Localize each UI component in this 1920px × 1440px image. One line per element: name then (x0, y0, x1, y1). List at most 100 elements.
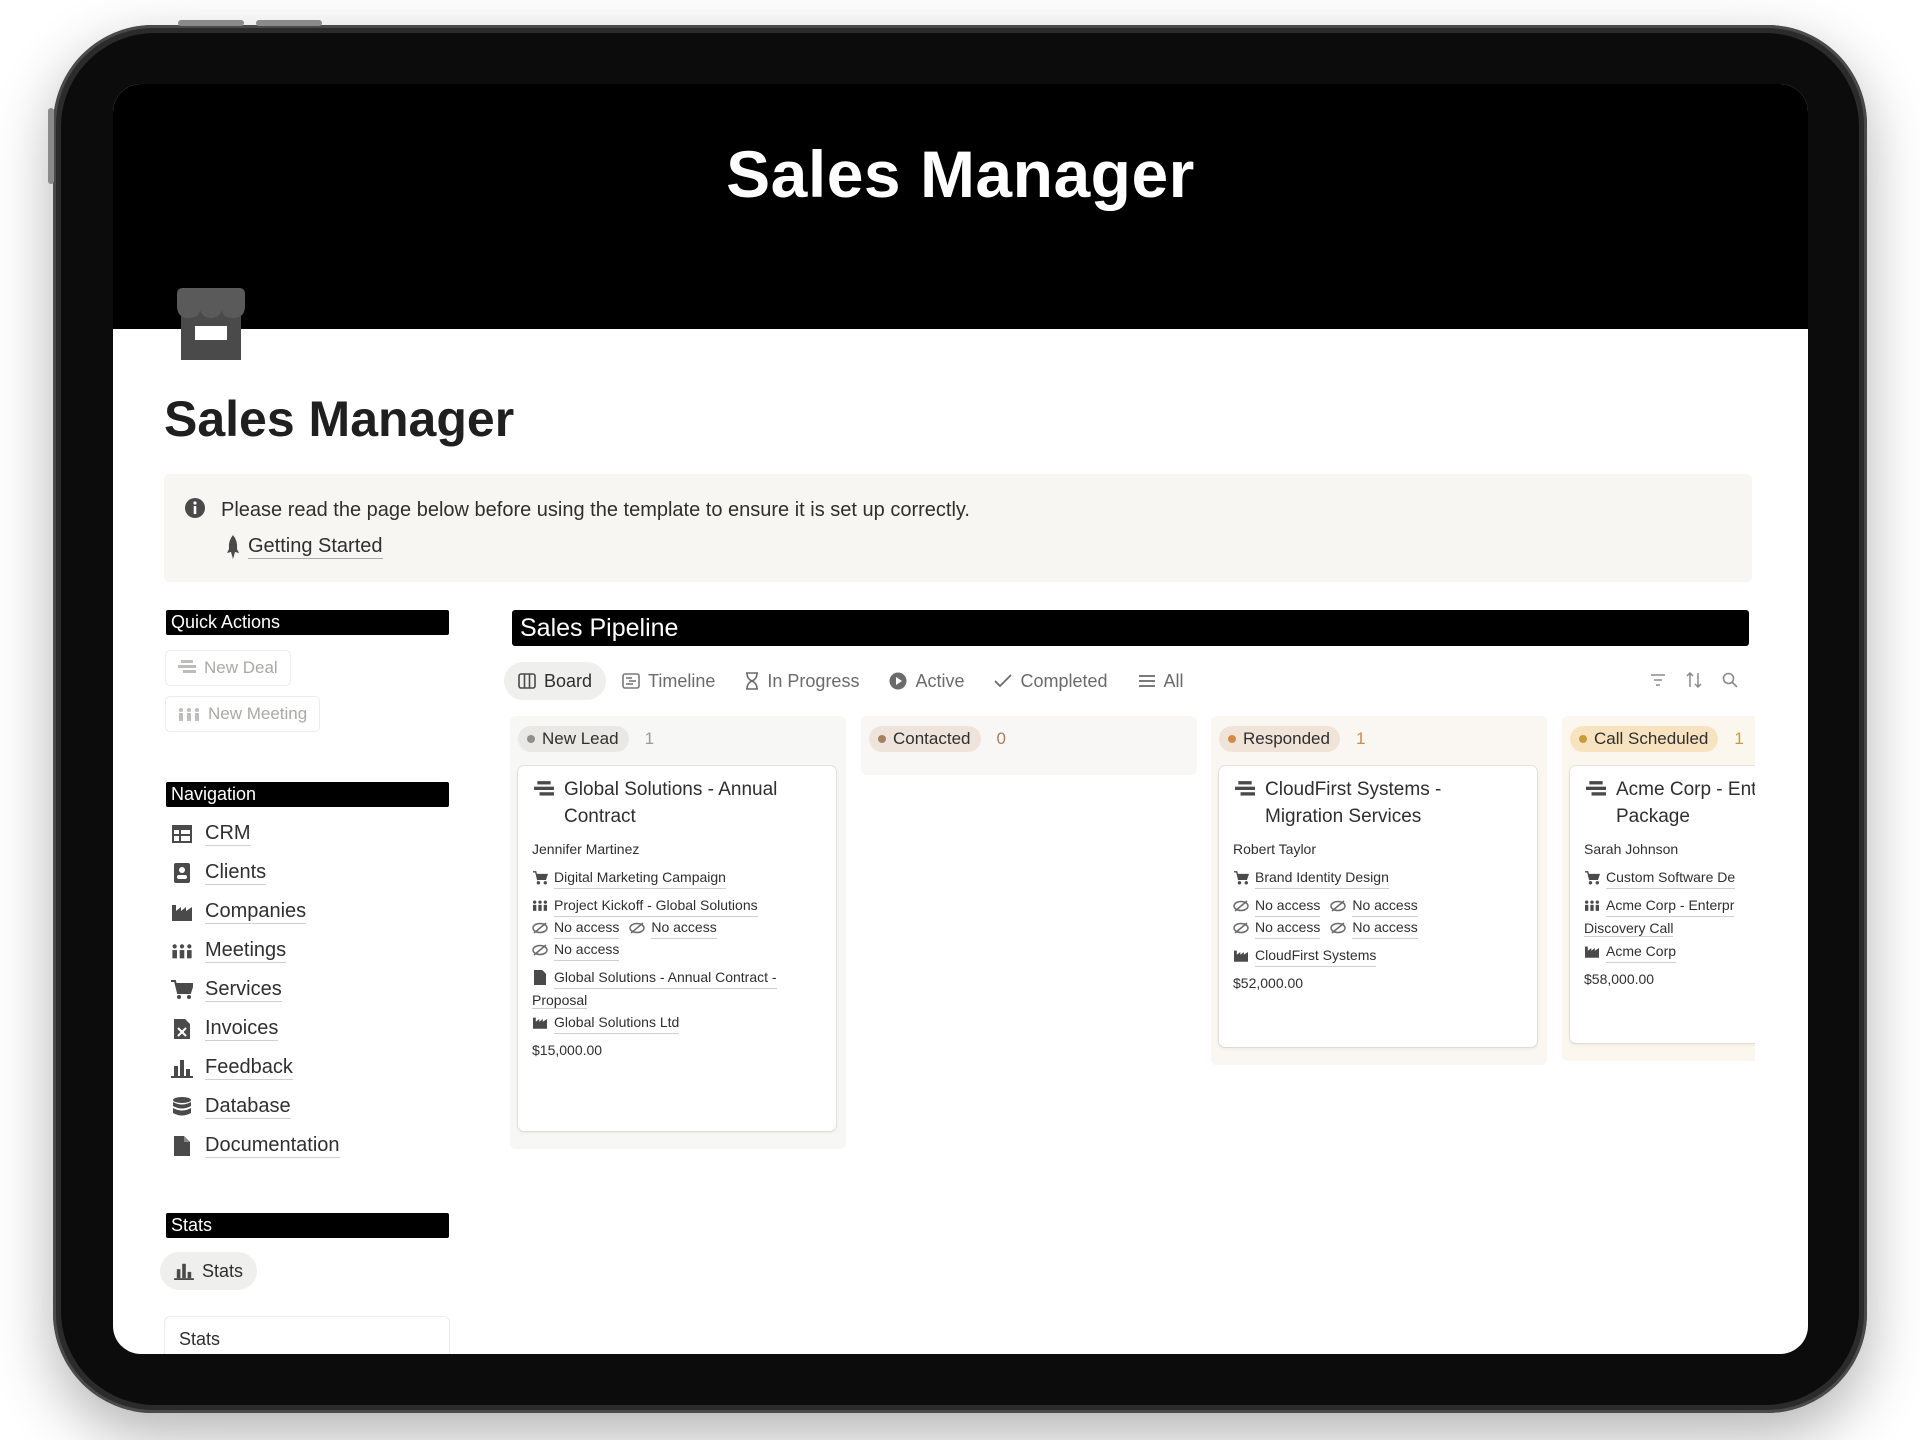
nav-item-crm[interactable]: CRM (171, 821, 251, 846)
deal-icon (1586, 781, 1606, 796)
tab-all[interactable]: All (1124, 662, 1198, 700)
tab-timeline[interactable]: Timeline (608, 662, 729, 700)
sales-pipeline-header: Sales Pipeline (512, 610, 1749, 646)
card-contact: Jennifer Martinez (532, 841, 640, 857)
nav-label-documentation: Documentation (205, 1134, 340, 1158)
no-access-label: No access (554, 916, 620, 939)
document-icon (174, 1135, 190, 1156)
rocket-icon (227, 535, 239, 559)
info-callout: Please read the page below before using … (164, 474, 1752, 582)
volume-button (178, 20, 244, 26)
eye-slash-icon (1233, 921, 1249, 934)
card-amount: $58,000.00 (1584, 971, 1655, 987)
nav-item-meetings[interactable]: Meetings (171, 938, 287, 963)
stats-card: Stats (164, 1316, 450, 1354)
nav-item-feedback[interactable]: Feedback (171, 1055, 293, 1080)
view-tabs: Board Timeline In Progress Active Comple… (504, 662, 1200, 700)
stats-header: Stats (166, 1213, 449, 1238)
eye-slash-icon (532, 943, 548, 956)
nav-item-invoices[interactable]: Invoices (171, 1016, 279, 1041)
nav-label-crm: CRM (205, 822, 251, 846)
nav-label-database: Database (205, 1095, 291, 1119)
nav-item-documentation[interactable]: Documentation (171, 1133, 340, 1158)
tab-active[interactable]: Active (875, 662, 978, 700)
nav-item-services[interactable]: Services (171, 977, 282, 1002)
tab-timeline-label: Timeline (648, 670, 716, 691)
deal-card[interactable]: Acme Corp - Ent Package Sarah Johnson Cus… (1570, 766, 1755, 1043)
no-access-label: No access (554, 938, 620, 961)
deal-card[interactable]: Global Solutions - Annual Contract Jennif… (518, 766, 836, 1131)
table-icon (172, 824, 192, 843)
tab-board[interactable]: Board (504, 662, 607, 700)
eye-slash-icon (629, 921, 646, 934)
contact-card-icon (174, 862, 190, 883)
status-pill-call-scheduled: Call Scheduled (1570, 726, 1719, 752)
storefront-icon (177, 288, 245, 360)
card-title-line: Package (1616, 806, 1690, 827)
tab-all-label: All (1163, 670, 1184, 691)
card-service[interactable]: Custom Software De (1584, 866, 1736, 889)
card-company[interactable]: CloudFirst Systems (1233, 944, 1377, 967)
search-icon[interactable] (1720, 670, 1740, 690)
group-icon (533, 900, 547, 911)
tab-board-label: Board (544, 670, 593, 691)
board-column-new-lead: New Lead 1 Global Solutions - Annual Cont… (510, 716, 846, 1149)
cart-icon (532, 870, 548, 884)
card-company[interactable]: Global Solutions Ltd (532, 1011, 680, 1034)
getting-started-link[interactable]: Getting Started (226, 535, 383, 559)
new-meeting-button[interactable]: New Meeting (165, 696, 321, 732)
column-count: 0 (996, 729, 1006, 748)
group-icon (1585, 900, 1599, 911)
tab-in-progress[interactable]: In Progress (731, 662, 873, 700)
eye-slash-icon (1233, 899, 1249, 912)
deal-card[interactable]: CloudFirst Systems - Migration Services R… (1219, 766, 1537, 1047)
board-clip-region: Call Scheduled 1 Acme Corp - Ent Package … (1562, 716, 1755, 1136)
filter-icon[interactable] (1648, 670, 1668, 690)
card-service-label: Custom Software De (1606, 866, 1736, 889)
cart-icon (1233, 870, 1249, 884)
stats-card-title: Stats (179, 1329, 221, 1349)
new-deal-button[interactable]: New Deal (165, 650, 291, 686)
stats-chip[interactable]: Stats (160, 1252, 258, 1290)
board-icon (518, 673, 536, 689)
nav-item-companies[interactable]: Companies (171, 899, 307, 924)
card-service[interactable]: Brand Identity Design (1233, 866, 1389, 889)
no-access-label: No access (651, 916, 717, 939)
card-company-label: Acme Corp (1606, 940, 1677, 963)
nav-label-services: Services (205, 978, 282, 1002)
tab-in-progress-label: In Progress (767, 670, 860, 691)
database-icon (173, 1096, 191, 1115)
column-name: Call Scheduled (1594, 729, 1709, 748)
eye-slash-icon (1330, 899, 1347, 912)
deal-icon (534, 781, 554, 796)
power-button (256, 20, 322, 26)
card-service-label: Digital Marketing Campaign (554, 866, 726, 889)
group-icon (179, 708, 199, 721)
side-button (48, 108, 54, 184)
card-service[interactable]: Digital Marketing Campaign (532, 866, 726, 889)
card-contact: Robert Taylor (1233, 841, 1317, 857)
column-name: New Lead (542, 729, 619, 748)
cover-title: Sales Manager (726, 137, 1195, 211)
column-count: 1 (644, 729, 655, 748)
card-meeting[interactable]: Project Kickoff - Global Solutions (532, 894, 758, 917)
status-dot (1228, 735, 1236, 743)
column-name: Contacted (893, 729, 971, 748)
card-proposal[interactable]: Global Solutions - Annual Contract - Pro… (532, 966, 777, 1011)
card-meeting[interactable]: Acme Corp - Enterpr Discovery Call (1584, 894, 1735, 939)
nav-label-feedback: Feedback (205, 1056, 293, 1080)
status-dot (878, 735, 886, 743)
nav-item-clients[interactable]: Clients (171, 860, 267, 885)
card-title-line: Acme Corp - Ent (1616, 779, 1755, 800)
card-meeting-label: Project Kickoff - Global Solutions (554, 894, 758, 917)
nav-item-database[interactable]: Database (171, 1094, 291, 1119)
bar-chart-icon (174, 1263, 194, 1280)
group-icon (172, 943, 192, 958)
timeline-icon (622, 673, 640, 689)
tab-completed[interactable]: Completed (980, 662, 1121, 700)
sort-icon[interactable] (1684, 670, 1704, 690)
board-column-call-scheduled: Call Scheduled 1 Acme Corp - Ent Package … (1562, 716, 1755, 1061)
new-meeting-label: New Meeting (208, 704, 308, 723)
card-company[interactable]: Acme Corp (1584, 940, 1677, 963)
tab-active-label: Active (915, 670, 965, 691)
